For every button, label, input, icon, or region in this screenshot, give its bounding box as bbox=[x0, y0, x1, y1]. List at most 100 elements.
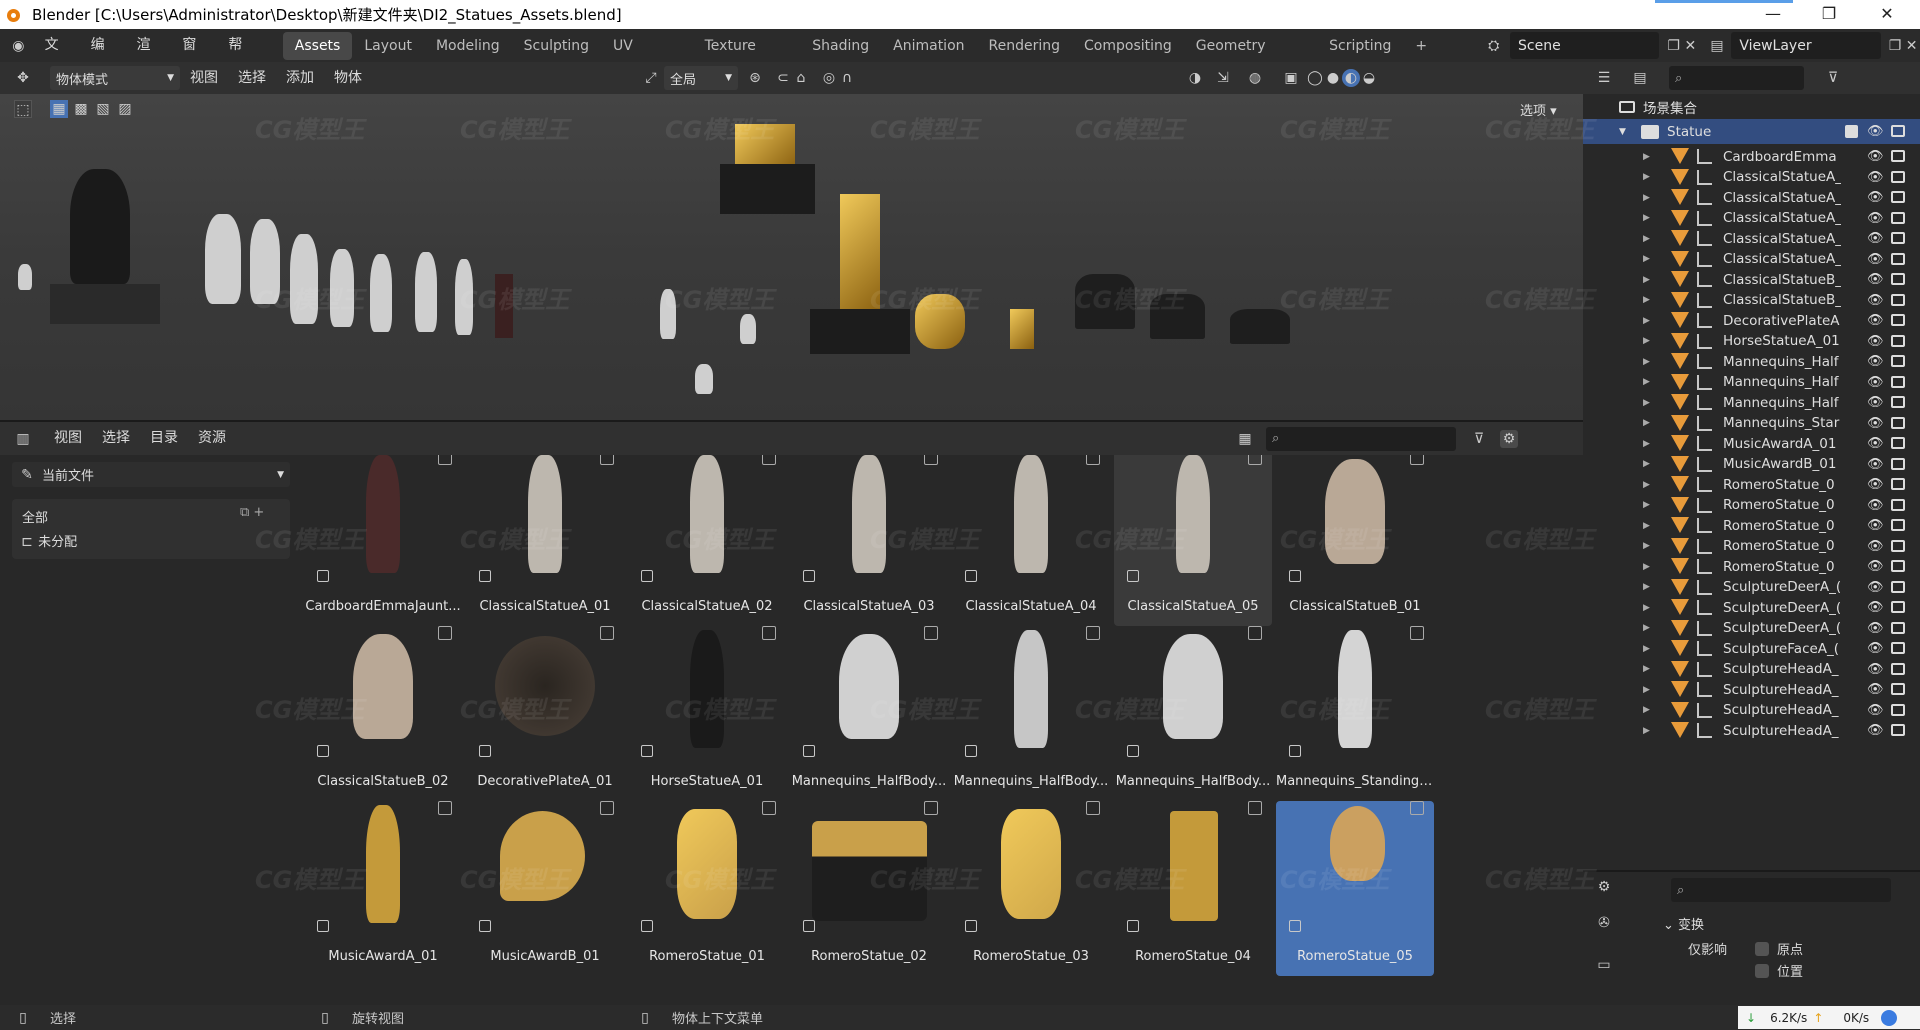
asset-tile[interactable]: ClassicalStatueA_02 bbox=[628, 455, 786, 626]
edit-icon[interactable] bbox=[600, 801, 614, 815]
expand-icon[interactable]: ▶ bbox=[1643, 603, 1650, 613]
eye-icon[interactable]: 👁 bbox=[1867, 313, 1884, 328]
asset-tile[interactable]: ClassicalStatueA_04 bbox=[952, 455, 1110, 626]
add-workspace-button[interactable]: + bbox=[1403, 32, 1439, 60]
transform-orientation-selector[interactable]: 全局 ▼ bbox=[664, 66, 738, 90]
expand-icon[interactable]: ▶ bbox=[1643, 726, 1650, 736]
tool-tab-icon[interactable]: ✇ bbox=[1595, 914, 1613, 932]
tab-compositing[interactable]: Compositing bbox=[1072, 32, 1184, 60]
camera-icon[interactable] bbox=[1891, 334, 1905, 347]
gizmo-icon[interactable]: ⇲ bbox=[1214, 69, 1232, 87]
catalog-add-icon[interactable]: ⧉ + bbox=[240, 505, 264, 520]
menu-window[interactable]: 窗口 bbox=[172, 29, 218, 86]
pivot-icon[interactable]: ⊛ bbox=[746, 69, 764, 87]
select-box-extend-icon[interactable]: ▩ bbox=[72, 100, 90, 118]
eye-icon[interactable]: 👁 bbox=[1867, 231, 1884, 246]
camera-icon[interactable] bbox=[1891, 724, 1905, 736]
select-box-invert-icon[interactable]: ▨ bbox=[116, 100, 134, 118]
asset-tile[interactable]: MusicAwardA_01 bbox=[304, 801, 462, 976]
eye-icon[interactable]: 👁 bbox=[1867, 703, 1884, 718]
expand-icon[interactable]: ▶ bbox=[1643, 644, 1650, 654]
menu-file[interactable]: 文件 bbox=[35, 29, 81, 86]
eye-icon[interactable]: 👁 bbox=[1867, 354, 1884, 369]
expand-icon[interactable]: ▶ bbox=[1643, 480, 1650, 490]
expand-icon[interactable]: ▶ bbox=[1643, 172, 1650, 182]
asset-checkbox[interactable] bbox=[641, 570, 653, 582]
eye-icon[interactable]: 👁 bbox=[1867, 580, 1884, 595]
edit-icon[interactable] bbox=[1086, 626, 1100, 640]
properties-editor-type-icon[interactable]: ⚙ bbox=[1595, 878, 1613, 896]
asset-checkbox[interactable] bbox=[1289, 570, 1301, 582]
edit-icon[interactable] bbox=[600, 626, 614, 640]
expand-icon[interactable]: ▶ bbox=[1643, 664, 1650, 674]
camera-icon[interactable] bbox=[1891, 621, 1905, 634]
eye-icon[interactable]: 👁 bbox=[1867, 416, 1884, 431]
expand-icon[interactable]: ▶ bbox=[1643, 418, 1650, 428]
asset-checkbox[interactable] bbox=[1289, 745, 1301, 757]
outliner-item[interactable]: ▶ SculptureHeadA_ 👁 bbox=[1583, 718, 1920, 743]
eye-icon[interactable]: 👁 bbox=[1867, 252, 1884, 267]
tab-geometry-nodes[interactable]: Geometry Nodes bbox=[1184, 32, 1317, 82]
asset-tile[interactable]: ClassicalStatueB_01 bbox=[1276, 455, 1434, 626]
close-button[interactable]: ✕ bbox=[1859, 0, 1915, 29]
scene-collection-row[interactable]: 场景集合 bbox=[1583, 94, 1920, 119]
viewport-menu-select[interactable]: 选择 bbox=[228, 62, 276, 95]
eye-icon[interactable]: 👁 bbox=[1867, 436, 1884, 451]
properties-search-input[interactable]: ⌕ bbox=[1671, 878, 1891, 902]
expand-icon[interactable]: ▶ bbox=[1643, 521, 1650, 531]
eye-icon[interactable]: 👁 bbox=[1867, 124, 1884, 139]
wireframe-shading-icon[interactable]: ◯ bbox=[1306, 69, 1324, 87]
edit-icon[interactable] bbox=[924, 455, 938, 465]
expand-icon[interactable]: ▶ bbox=[1643, 500, 1650, 510]
blender-menu-icon[interactable]: ◉ bbox=[10, 37, 27, 55]
select-box-new-icon[interactable]: ▦ bbox=[50, 100, 68, 118]
expand-icon[interactable]: ▶ bbox=[1643, 295, 1650, 305]
select-tool-icon[interactable]: ⬚ bbox=[14, 100, 32, 118]
tab-assets[interactable]: Assets bbox=[282, 31, 353, 60]
expand-icon[interactable]: ▶ bbox=[1643, 275, 1650, 285]
tab-animation[interactable]: Animation bbox=[881, 32, 976, 60]
asset-tile[interactable]: Mannequins_HalfBody... bbox=[790, 626, 948, 801]
camera-icon[interactable] bbox=[1891, 396, 1905, 408]
asset-tile[interactable]: ClassicalStatueA_01 bbox=[466, 455, 624, 626]
camera-icon[interactable] bbox=[1891, 150, 1905, 162]
view-layer-selector[interactable]: ViewLayer bbox=[1731, 32, 1881, 59]
tab-texture-paint[interactable]: Texture Paint bbox=[693, 32, 801, 82]
eye-icon[interactable]: 👁 bbox=[1867, 395, 1884, 410]
asset-tile[interactable]: ClassicalStatueA_05 bbox=[1114, 455, 1272, 626]
edit-icon[interactable] bbox=[762, 626, 776, 640]
expand-icon[interactable]: ▶ bbox=[1643, 152, 1650, 162]
outliner-search-input[interactable]: ⌕ bbox=[1669, 66, 1804, 90]
expand-icon[interactable]: ▶ bbox=[1643, 459, 1650, 469]
camera-icon[interactable] bbox=[1891, 211, 1905, 224]
edit-icon[interactable] bbox=[1248, 801, 1262, 815]
asset-tile[interactable]: Mannequins_HalfBody... bbox=[952, 626, 1110, 801]
asset-tile[interactable]: RomeroStatue_02 bbox=[790, 801, 948, 976]
tab-modeling[interactable]: Modeling bbox=[424, 32, 512, 60]
overlay-icon[interactable]: ◍ bbox=[1246, 69, 1264, 87]
render-tab-icon[interactable]: ▭ bbox=[1595, 956, 1613, 974]
outliner-editor-type-icon[interactable]: ☰ bbox=[1595, 69, 1613, 87]
new-view-layer-icon[interactable]: ❐ bbox=[1887, 37, 1904, 55]
expand-icon[interactable]: ▶ bbox=[1643, 562, 1650, 572]
eye-icon[interactable]: 👁 bbox=[1867, 600, 1884, 615]
library-selector[interactable]: ✎ 当前文件 ▼ bbox=[12, 462, 290, 487]
mode-selector[interactable]: 物体模式 ▼ bbox=[50, 66, 180, 90]
edit-icon[interactable] bbox=[762, 801, 776, 815]
eye-icon[interactable]: 👁 bbox=[1867, 518, 1884, 533]
asset-checkbox[interactable] bbox=[965, 745, 977, 757]
camera-icon[interactable] bbox=[1891, 232, 1905, 244]
expand-icon[interactable]: ▶ bbox=[1643, 685, 1650, 695]
location-option[interactable]: 位置 bbox=[1755, 961, 1803, 980]
edit-icon[interactable] bbox=[438, 801, 452, 815]
asset-menu-assets[interactable]: 资源 bbox=[188, 422, 236, 455]
asset-tile[interactable]: DecorativePlateA_01 bbox=[466, 626, 624, 801]
eye-icon[interactable]: 👁 bbox=[1867, 539, 1884, 554]
eye-icon[interactable]: 👁 bbox=[1867, 149, 1884, 164]
asset-tile[interactable]: RomeroStatue_03 bbox=[952, 801, 1110, 976]
asset-tile[interactable]: RomeroStatue_04 bbox=[1114, 801, 1272, 976]
edit-icon[interactable] bbox=[438, 455, 452, 465]
snap-icon[interactable]: ⊂ bbox=[774, 69, 792, 87]
camera-icon[interactable] bbox=[1891, 683, 1905, 695]
outliner-filter-icon[interactable]: ⊽ bbox=[1824, 69, 1842, 87]
